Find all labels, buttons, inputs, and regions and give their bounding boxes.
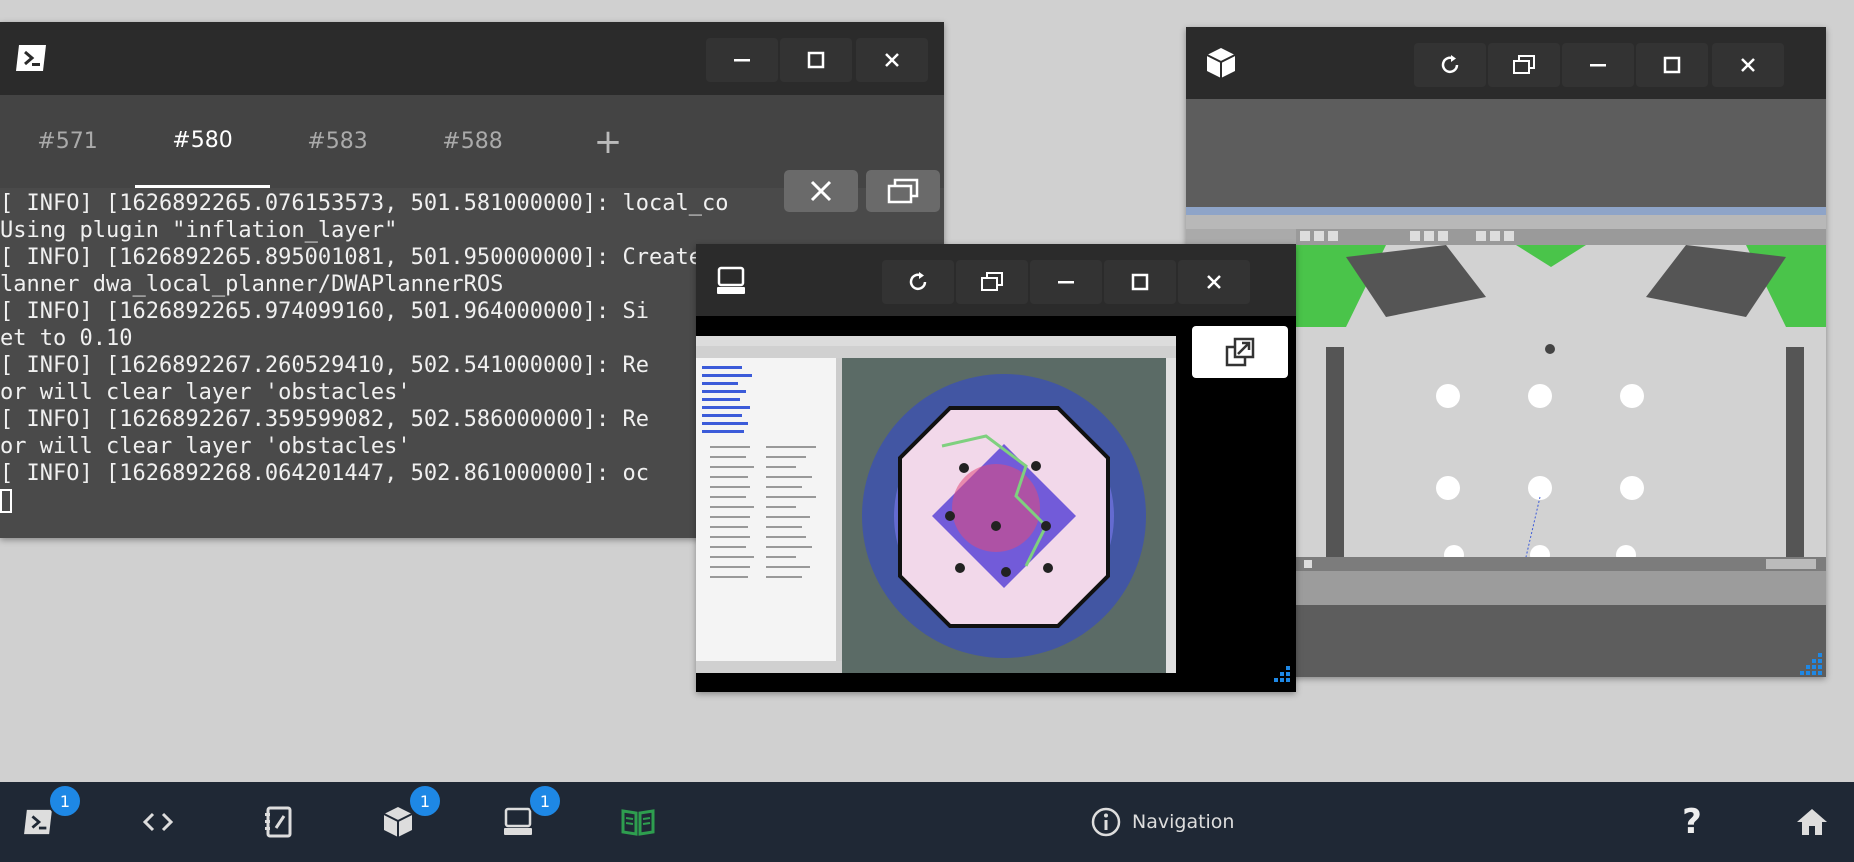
close-button[interactable] xyxy=(1178,260,1250,304)
desktop-icon xyxy=(714,264,748,298)
close-icon xyxy=(1741,58,1755,72)
maximize-button[interactable] xyxy=(1104,260,1176,304)
taskbar-code-button[interactable] xyxy=(128,782,188,862)
minimize-icon xyxy=(1058,281,1074,284)
tab-571[interactable]: #571 xyxy=(0,95,135,188)
minimize-icon xyxy=(1590,64,1606,67)
minimize-button[interactable] xyxy=(1030,260,1102,304)
tab-580[interactable]: #580 xyxy=(135,95,270,188)
maximize-icon xyxy=(807,51,825,69)
tab-583[interactable]: #583 xyxy=(270,95,405,188)
maximize-icon xyxy=(1131,273,1149,291)
info-icon xyxy=(1091,807,1121,837)
navigation-indicator[interactable]: Navigation xyxy=(1090,782,1234,862)
minimize-button[interactable] xyxy=(1562,43,1634,87)
expand-button[interactable] xyxy=(1192,326,1288,378)
code-icon xyxy=(142,812,174,832)
desktop-icon xyxy=(504,807,532,835)
windows-icon xyxy=(981,272,1003,291)
maximize-button[interactable] xyxy=(780,38,852,82)
taskbar-notebook-button[interactable] xyxy=(248,782,308,862)
notification-badge: 1 xyxy=(408,784,442,818)
taskbar-book-button[interactable] xyxy=(608,782,668,862)
notification-badge: 1 xyxy=(48,784,82,818)
rviz-titlebar[interactable] xyxy=(696,244,1296,316)
refresh-button[interactable] xyxy=(1414,43,1486,87)
minimize-icon xyxy=(734,59,750,62)
rviz-remote-desktop[interactable] xyxy=(696,316,1296,692)
maximize-icon xyxy=(1663,56,1681,74)
notebook-icon xyxy=(265,806,292,838)
refresh-button[interactable] xyxy=(882,260,954,304)
maximize-button[interactable] xyxy=(1636,43,1708,87)
refresh-icon xyxy=(1441,55,1459,74)
close-overlay-button[interactable] xyxy=(784,170,858,212)
rviz-viewport[interactable] xyxy=(696,336,1176,673)
taskbar: 1 1 1 Navigation ? xyxy=(0,782,1854,862)
expand-icon xyxy=(1225,337,1255,367)
terminal-icon xyxy=(14,42,48,74)
terminal-cursor xyxy=(0,489,12,513)
resize-grip-icon[interactable] xyxy=(1798,651,1824,675)
detach-button[interactable] xyxy=(956,260,1028,304)
windows-icon xyxy=(887,178,919,204)
terminal-icon xyxy=(24,809,52,835)
refresh-icon xyxy=(909,272,927,291)
gazebo-titlebar[interactable] xyxy=(1186,27,1826,99)
taskbar-terminal-button[interactable]: 1 xyxy=(8,782,82,862)
console-line: Using plugin "inflation_layer" xyxy=(0,218,398,243)
close-button[interactable] xyxy=(856,38,928,82)
detach-button[interactable] xyxy=(1488,43,1560,87)
windows-icon xyxy=(1513,55,1535,74)
restore-overlay-button[interactable] xyxy=(866,170,940,212)
rviz-window xyxy=(696,244,1296,692)
close-icon xyxy=(1207,275,1221,289)
cube-icon xyxy=(383,807,413,837)
minimize-button[interactable] xyxy=(706,38,778,82)
book-icon xyxy=(621,809,655,836)
taskbar-desktop-button[interactable]: 1 xyxy=(488,782,562,862)
add-tab-button[interactable]: + xyxy=(578,95,638,188)
close-icon xyxy=(810,180,832,202)
navigation-label: Navigation xyxy=(1132,811,1235,833)
close-icon xyxy=(885,53,899,67)
tab-588[interactable]: #588 xyxy=(405,95,540,188)
home-button[interactable] xyxy=(1782,782,1842,862)
taskbar-gazebo-button[interactable]: 1 xyxy=(368,782,442,862)
cube-icon xyxy=(1204,45,1238,81)
home-icon xyxy=(1797,809,1827,835)
rviz-scene xyxy=(696,336,1176,673)
terminal-titlebar[interactable] xyxy=(0,22,944,95)
resize-grip-icon[interactable] xyxy=(1266,664,1292,688)
close-button[interactable] xyxy=(1712,43,1784,87)
notification-badge: 1 xyxy=(528,784,562,818)
help-button[interactable]: ? xyxy=(1662,782,1722,862)
